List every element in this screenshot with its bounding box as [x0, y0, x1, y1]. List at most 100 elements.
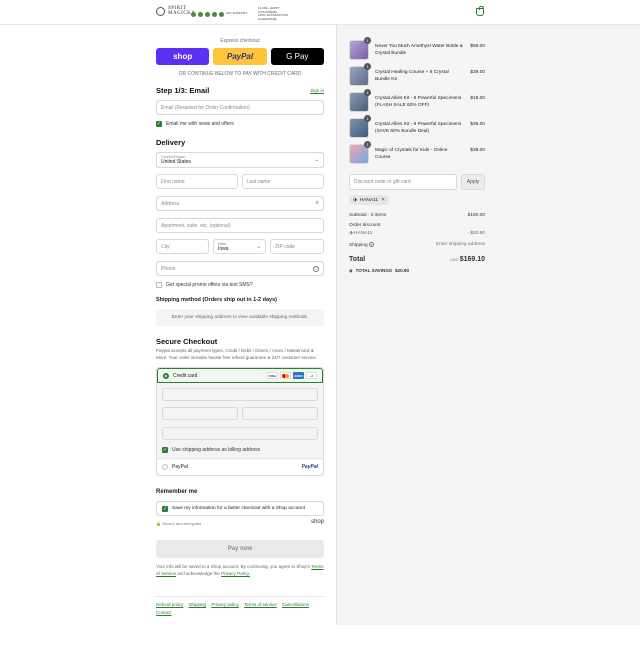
- tag-icon: ⬗: [349, 231, 353, 236]
- email-input[interactable]: Email (Required for Order Confirmation): [156, 100, 324, 115]
- paypal-option[interactable]: PayPal PayPal: [157, 458, 323, 475]
- city-input[interactable]: City: [156, 239, 209, 254]
- state-select[interactable]: State Iowa ⌄: [213, 239, 266, 254]
- billing-checkbox[interactable]: ✓: [162, 447, 168, 453]
- paypal-label: PayPal: [172, 464, 188, 470]
- sms-checkbox[interactable]: [156, 282, 162, 288]
- cancellations-link[interactable]: Cancellations: [282, 602, 309, 607]
- last-name-input[interactable]: Last name: [242, 174, 324, 189]
- save-info-label: Save my information for a faster checkou…: [172, 506, 306, 511]
- address-input[interactable]: Address ⌕: [156, 196, 324, 211]
- shipping-link[interactable]: Shipping: [189, 602, 207, 607]
- zip-input[interactable]: ZIP code: [270, 239, 324, 254]
- quantity-badge: 1: [364, 89, 371, 96]
- product-price: $59.00: [470, 44, 485, 49]
- site-header: SPIRIT MAGICKA 24/7 SUPPORT 12,000+ HAPP…: [0, 0, 640, 25]
- card-fields: ✓ Use shipping address as billing addres…: [157, 383, 323, 458]
- contact-link[interactable]: Contact: [156, 610, 172, 615]
- credit-card-radio[interactable]: [163, 372, 169, 379]
- card-number-input[interactable]: [162, 388, 318, 401]
- phone-input[interactable]: Phone ?: [156, 261, 324, 276]
- sign-in-link[interactable]: Sign in: [310, 88, 324, 93]
- cart-item: 1 Never Too Much Amethyst Water Bottle &…: [349, 37, 485, 61]
- save-info-checkbox[interactable]: ✓: [162, 505, 168, 512]
- help-icon[interactable]: ?: [313, 265, 319, 272]
- product-price: $36.00: [470, 122, 485, 127]
- sms-label: Get special promo offers via text SMS?: [166, 282, 253, 288]
- help-icon[interactable]: ?: [369, 242, 375, 247]
- privacy-link[interactable]: Privacy Policy.: [221, 571, 250, 576]
- savings-tag-icon: ⬗: [349, 268, 353, 273]
- badge-icon: [205, 11, 210, 17]
- shipping-label: Shipping: [349, 243, 368, 248]
- shipping-method-title: Shipping method (Orders ship out in 1-2 …: [156, 297, 278, 303]
- discount-input[interactable]: Discount code or gift card: [349, 174, 457, 190]
- badge-support: 24/7 SUPPORT: [226, 11, 248, 16]
- paypal-button[interactable]: PayPal: [213, 48, 267, 65]
- product-name: Crystal Allies Kit - 6 Powerful Specimen…: [375, 96, 462, 108]
- news-label: Email me with news and offers: [166, 121, 234, 127]
- quantity-badge: 1: [364, 37, 371, 44]
- total-savings-label: TOTAL SAVINGS: [355, 268, 392, 273]
- email-step-title: Step 1/3: Email: [156, 86, 210, 95]
- google-pay-button[interactable]: G Pay: [270, 48, 324, 65]
- news-checkbox[interactable]: ✓: [156, 121, 162, 127]
- or-divider: OR CONTINUE BELOW TO PAY WITH CREDIT CAR…: [178, 71, 302, 77]
- express-checkout-title: Express checkout: [220, 38, 260, 44]
- pay-now-button[interactable]: Pay now: [156, 540, 324, 558]
- badge-icon: [198, 11, 203, 17]
- discount-amount: - $20.90: [467, 231, 485, 236]
- product-name: Crystal Allies Kit - 6 Powerful Specimen…: [375, 122, 462, 134]
- paypal-logo: PayPal: [301, 464, 318, 470]
- card-expiry-input[interactable]: [162, 407, 238, 420]
- shop-logo: shop: [310, 519, 324, 525]
- cart-item: 1 Magic of Crystals for Kids - Online Co…: [349, 141, 485, 165]
- product-name: Crystal Healing Course + 8 Crystal Bundl…: [375, 70, 449, 82]
- card-cvv-input[interactable]: [242, 407, 318, 420]
- shipping-value: Enter shipping address: [435, 242, 485, 247]
- total-savings-value: $20.90: [394, 268, 410, 273]
- lock-icon: 🔒: [156, 521, 161, 526]
- apply-button[interactable]: Apply: [461, 174, 485, 190]
- terms-link[interactable]: Terms of service: [244, 602, 277, 607]
- payment-description: Paypal accepts all payment types. Credit…: [156, 348, 317, 360]
- apartment-input[interactable]: Apartment, suite, etc. (optional): [156, 218, 324, 233]
- remember-title: Remember me: [156, 489, 198, 495]
- state-value: Iowa: [218, 246, 229, 252]
- subtotal-value: $190.00: [467, 213, 485, 218]
- first-name-input[interactable]: First name: [156, 174, 238, 189]
- shop-pay-button[interactable]: shop: [156, 48, 210, 65]
- quantity-badge: 1: [364, 115, 371, 122]
- currency: USD: [449, 257, 459, 262]
- quantity-badge: 1: [364, 63, 371, 70]
- country-value: United States: [161, 159, 192, 165]
- credit-card-label: Credit card: [173, 372, 198, 379]
- paypal-radio[interactable]: [162, 464, 168, 470]
- product-price: $38.00: [470, 148, 485, 153]
- card-name-input[interactable]: [162, 427, 318, 440]
- badge-icon: [212, 11, 217, 17]
- chevron-down-icon: ⌄: [256, 244, 261, 250]
- credit-card-option[interactable]: Credit card VISA AMEX +2: [157, 368, 323, 383]
- remove-code-icon[interactable]: ✕: [381, 198, 385, 203]
- delivery-title: Delivery: [156, 138, 186, 147]
- legal-text: Your info will be saved to a Shop accoun…: [156, 564, 324, 576]
- subtotal-label: Subtotal · 5 items: [349, 213, 387, 218]
- brand-logo[interactable]: SPIRIT MAGICKA: [156, 6, 195, 16]
- product-name: Never Too Much Amethyst Water Bottle & C…: [375, 44, 463, 56]
- save-info-option[interactable]: ✓ Save my information for a faster check…: [156, 501, 324, 516]
- payment-methods: Credit card VISA AMEX +2 ✓ Use shipping …: [156, 367, 324, 476]
- privacy-policy-link[interactable]: Privacy policy: [211, 602, 239, 607]
- order-discount-label: Order discount: [349, 223, 381, 228]
- address-placeholder: Address: [161, 200, 180, 207]
- badge-icon: [219, 11, 224, 17]
- refund-policy-link[interactable]: Refund policy: [156, 602, 183, 607]
- country-select[interactable]: Country/Region United States ⌄: [156, 152, 324, 168]
- footer-links: Refund policy Shipping Privacy policy Te…: [156, 596, 324, 617]
- shopping-bag-icon[interactable]: [476, 6, 484, 16]
- cart-item: 1 Crystal Healing Course + 8 Crystal Bun…: [349, 63, 485, 87]
- logo-icon: [156, 6, 165, 16]
- order-summary-panel: [336, 25, 640, 625]
- product-name: Magic of Crystals for Kids - Online Cour…: [375, 148, 448, 160]
- amex-icon: AMEX: [293, 372, 304, 379]
